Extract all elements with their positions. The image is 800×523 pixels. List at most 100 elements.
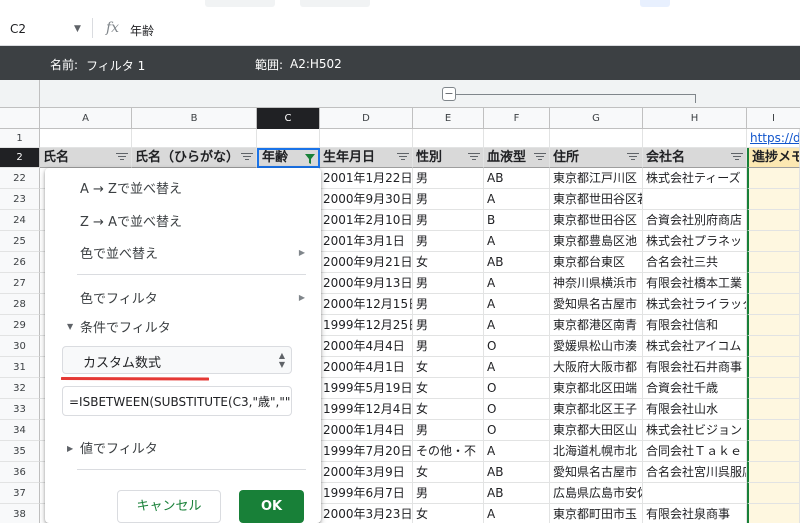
cell[interactable]: 東京都大田区山 xyxy=(550,420,643,441)
cell[interactable]: 東京都港区南青 xyxy=(550,315,643,336)
cell[interactable]: AB xyxy=(484,168,550,189)
cell[interactable]: 女 xyxy=(413,378,484,399)
cell[interactable]: 2000年3月9日 xyxy=(320,462,413,483)
cell[interactable]: A xyxy=(484,315,550,336)
row-header[interactable]: 29 xyxy=(0,315,40,336)
cell[interactable]: 1999年6月7日 xyxy=(320,483,413,504)
cell[interactable] xyxy=(413,129,484,148)
cell[interactable]: O xyxy=(484,336,550,357)
cell[interactable]: 男 xyxy=(413,231,484,252)
cell[interactable]: 東京都北区王子 xyxy=(550,399,643,420)
cell[interactable]: 有限会社泉商事 xyxy=(643,504,747,523)
cell[interactable]: 愛知県名古屋市 xyxy=(550,294,643,315)
header-cell-memo[interactable]: 進捗メモ xyxy=(747,148,800,168)
cell[interactable] xyxy=(747,357,800,378)
cell[interactable]: 合名会社三共 xyxy=(643,252,747,273)
cell[interactable]: 東京都世田谷区 xyxy=(550,210,643,231)
cell[interactable]: 愛知県名古屋市 xyxy=(550,462,643,483)
cell[interactable] xyxy=(747,504,800,523)
cell[interactable]: 2000年1月4日 xyxy=(320,420,413,441)
row-header[interactable]: 34 xyxy=(0,420,40,441)
row-header[interactable]: 36 xyxy=(0,462,40,483)
cell[interactable]: 東京都豊島区池 xyxy=(550,231,643,252)
filter-icon[interactable] xyxy=(468,153,480,162)
cell[interactable] xyxy=(643,483,747,504)
row-header[interactable]: 35 xyxy=(0,441,40,462)
cell[interactable]: 愛媛県松山市湊 xyxy=(550,336,643,357)
filter-range-input[interactable]: A2:H502 xyxy=(284,54,404,74)
row-header[interactable]: 32 xyxy=(0,378,40,399)
column-header-c[interactable]: C xyxy=(257,108,320,129)
cell[interactable]: 1999年12月4日 xyxy=(320,399,413,420)
cell[interactable]: 男 xyxy=(413,420,484,441)
header-cell[interactable]: 住所 xyxy=(550,148,643,168)
cell[interactable] xyxy=(747,420,800,441)
cell[interactable]: AB xyxy=(484,483,550,504)
cell[interactable] xyxy=(747,273,800,294)
cell[interactable] xyxy=(747,315,800,336)
cell[interactable] xyxy=(747,378,800,399)
cell[interactable] xyxy=(747,399,800,420)
column-header-b[interactable]: B xyxy=(132,108,257,129)
cell[interactable] xyxy=(747,336,800,357)
cell[interactable]: 東京都世田谷区若林4-3-7 xyxy=(550,189,643,210)
cell[interactable]: A xyxy=(484,441,550,462)
cell[interactable]: 男 xyxy=(413,315,484,336)
cell[interactable]: 北海道札幌市北 xyxy=(550,441,643,462)
cell[interactable]: 有限会社石井商事 xyxy=(643,357,747,378)
formula-input[interactable]: 年齢 xyxy=(130,22,154,39)
cell[interactable] xyxy=(747,441,800,462)
cell[interactable] xyxy=(747,231,800,252)
cell[interactable]: AB xyxy=(484,462,550,483)
row-header[interactable]: 38 xyxy=(0,504,40,523)
row-header[interactable]: 31 xyxy=(0,357,40,378)
filter-icon[interactable] xyxy=(397,153,409,162)
filter-icon[interactable] xyxy=(534,153,546,162)
caret-right-icon[interactable]: ▶ xyxy=(67,444,73,453)
toolbar-button[interactable] xyxy=(300,0,370,7)
row-header[interactable]: 25 xyxy=(0,231,40,252)
cell[interactable]: 女 xyxy=(413,399,484,420)
column-header-d[interactable]: D xyxy=(320,108,413,129)
cell[interactable]: 女 xyxy=(413,462,484,483)
column-header-g[interactable]: G xyxy=(550,108,643,129)
cell[interactable]: O xyxy=(484,399,550,420)
header-cell-selected[interactable]: 年齢 xyxy=(257,148,320,168)
cell[interactable]: A xyxy=(484,189,550,210)
cell[interactable]: 女 xyxy=(413,357,484,378)
cell[interactable]: 株式会社ビジョン xyxy=(643,420,747,441)
cell[interactable]: 2001年3月1日 xyxy=(320,231,413,252)
corner-cell[interactable] xyxy=(0,80,40,108)
menu-item-sort-color[interactable]: 色で並べ替え xyxy=(80,243,158,262)
cell[interactable] xyxy=(747,462,800,483)
menu-item-sort-za[interactable]: Z → Aで並べ替え xyxy=(80,211,182,230)
cell[interactable]: 男 xyxy=(413,336,484,357)
cell[interactable]: 男 xyxy=(413,189,484,210)
cell[interactable]: 女 xyxy=(413,504,484,523)
cell[interactable]: 女 xyxy=(413,252,484,273)
select-all-corner[interactable] xyxy=(0,108,40,129)
row-header[interactable]: 22 xyxy=(0,168,40,189)
column-header-a[interactable]: A xyxy=(40,108,132,129)
row-header[interactable]: 2 xyxy=(0,148,40,168)
cell[interactable]: 男 xyxy=(413,483,484,504)
cell[interactable] xyxy=(747,252,800,273)
filter-name-input[interactable]: フィルタ 1 xyxy=(80,54,200,74)
header-cell[interactable]: 性別 xyxy=(413,148,484,168)
ok-button[interactable]: OK xyxy=(239,490,304,523)
column-header-f[interactable]: F xyxy=(484,108,550,129)
row-header[interactable]: 26 xyxy=(0,252,40,273)
row-header[interactable]: 30 xyxy=(0,336,40,357)
cell[interactable] xyxy=(747,483,800,504)
menu-item-filter-color[interactable]: 色でフィルタ xyxy=(80,288,158,307)
cell[interactable]: 1999年7月20日 xyxy=(320,441,413,462)
cell[interactable] xyxy=(747,189,800,210)
cell[interactable]: 2001年1月22日 xyxy=(320,168,413,189)
cell[interactable]: 株式会社ティーズ xyxy=(643,168,747,189)
cell[interactable]: 株式会社アイコム xyxy=(643,336,747,357)
row-header[interactable]: 23 xyxy=(0,189,40,210)
custom-formula-input[interactable]: =ISBETWEEN(SUBSTITUTE(C3,"歳","")*1 xyxy=(62,386,292,416)
chevron-down-icon[interactable]: ▼ xyxy=(74,24,81,34)
cell[interactable]: A xyxy=(484,504,550,523)
cell[interactable] xyxy=(132,129,257,148)
